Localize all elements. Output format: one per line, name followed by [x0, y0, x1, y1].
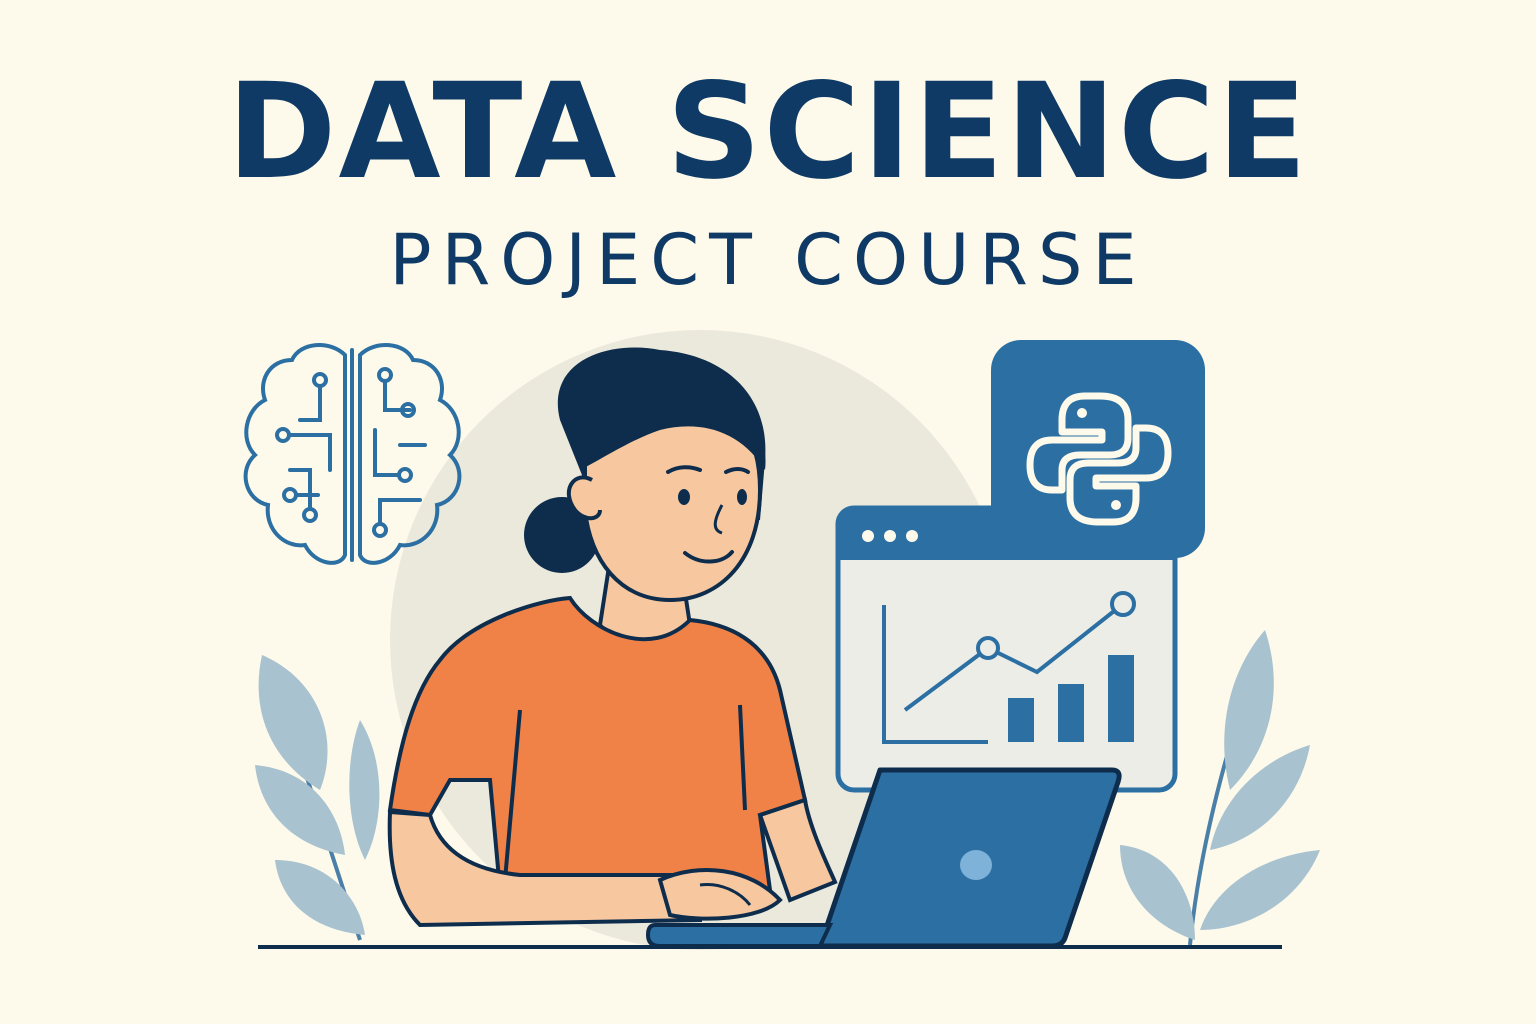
chart-bar — [1008, 698, 1034, 742]
illustration — [243, 330, 1320, 950]
leaf-plant-left-icon — [255, 655, 380, 941]
chart-bar — [1058, 684, 1084, 742]
chart-bar — [1108, 655, 1134, 742]
python-logo-icon — [991, 340, 1205, 558]
